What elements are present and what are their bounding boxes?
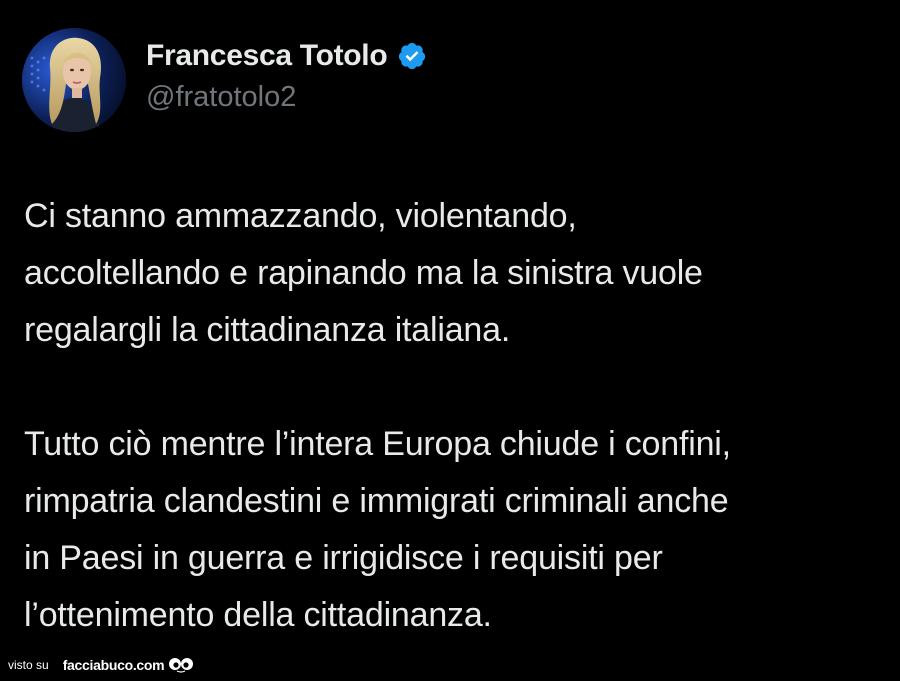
tweet-line: Ci stanno ammazzando, violentando,: [24, 197, 577, 235]
author-names: Francesca Totolo @fratotolo2: [146, 39, 427, 114]
tweet-paragraph: Tutto ciò mentre l’intera Europa chiude …: [24, 416, 884, 644]
tweet-line: accoltellando e rapinando ma la sinistra…: [24, 254, 703, 292]
tweet-line: regalargli la cittadinanza italiana.: [24, 311, 511, 349]
avatar-portrait-image: [22, 28, 126, 132]
author-name-row: Francesca Totolo: [146, 39, 427, 73]
tweet-line: in Paesi in guerra e irrigidisce i requi…: [24, 539, 663, 577]
tweet-card: Francesca Totolo @fratotolo2 Ci stanno a…: [0, 0, 900, 681]
author-display-name[interactable]: Francesca Totolo: [146, 39, 388, 73]
watermark-brand: facciabuco.com: [62, 657, 165, 673]
googly-eyes-logo-icon: [168, 657, 194, 673]
tweet-line: rimpatria clandestini e immigrati crimin…: [24, 482, 729, 520]
tweet-header: Francesca Totolo @fratotolo2: [22, 28, 427, 132]
watermark-prefix: visto su: [8, 658, 49, 672]
verified-badge-icon[interactable]: [397, 41, 427, 71]
tweet-line: l’ottenimento della cittadinanza.: [24, 596, 492, 634]
site-watermark: visto su facciabuco.com: [8, 657, 194, 673]
tweet-paragraph: Ci stanno ammazzando, violentando, accol…: [24, 188, 884, 359]
tweet-line: Tutto ciò mentre l’intera Europa chiude …: [24, 425, 731, 463]
tweet-text: Ci stanno ammazzando, violentando, accol…: [24, 188, 884, 644]
author-handle[interactable]: @fratotolo2: [146, 81, 427, 114]
author-avatar[interactable]: [22, 28, 126, 132]
